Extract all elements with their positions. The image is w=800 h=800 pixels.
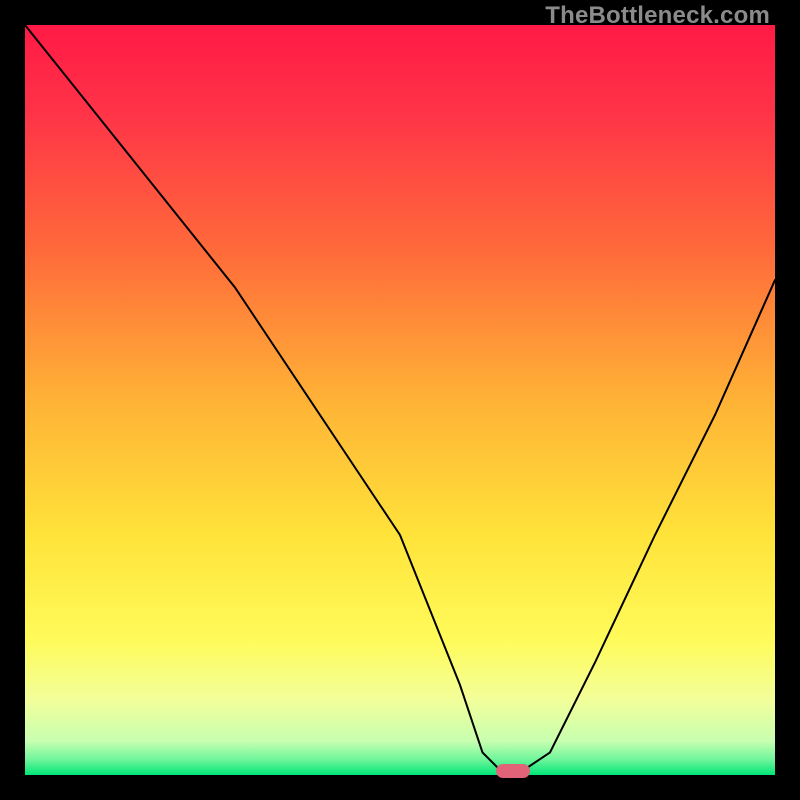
bottleneck-chart <box>25 25 775 775</box>
optimal-point-marker <box>496 764 530 778</box>
gradient-background <box>25 25 775 775</box>
watermark-text: TheBottleneck.com <box>545 2 770 30</box>
chart-frame <box>25 25 775 775</box>
